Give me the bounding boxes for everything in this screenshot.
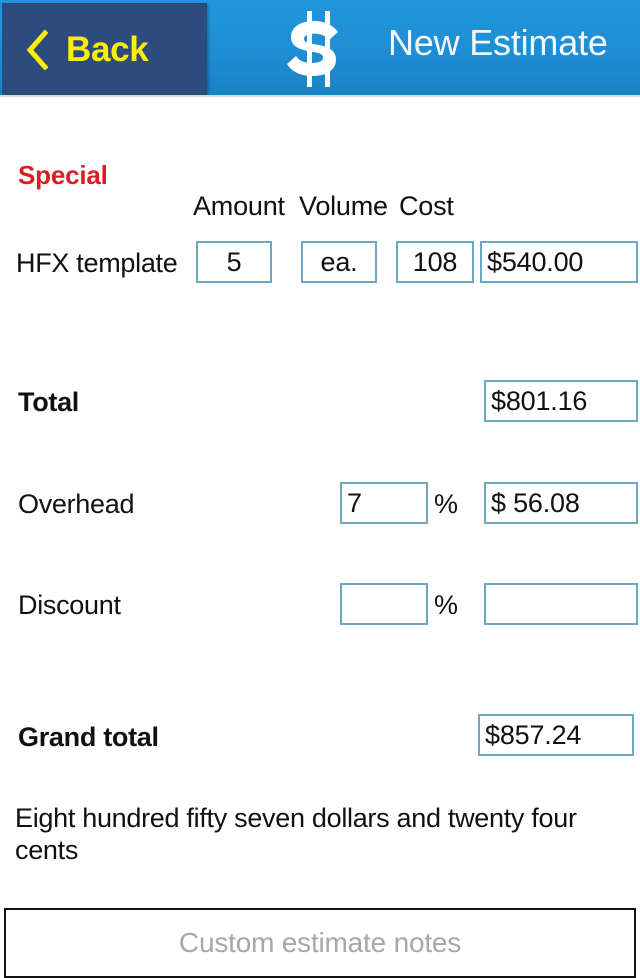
back-button-label: Back [66,30,149,69]
discount-value-input[interactable] [484,583,638,625]
table-column-headers: Amount Volume Cost [193,191,454,222]
section-label-special: Special [18,160,108,190]
grand-total-value-input[interactable]: $857.24 [478,714,634,756]
discount-percent-input[interactable] [340,583,428,625]
dollar-sign-logo [287,11,338,87]
overhead-value-input[interactable]: $ 56.08 [484,482,638,524]
app-header: Back New Estimate [0,0,640,97]
total-label: Total [18,387,79,417]
total-value-input[interactable]: $801.16 [484,380,638,422]
line-total-input-row-0[interactable]: $540.00 [480,241,638,283]
overhead-label: Overhead [18,489,135,519]
grand-total-label: Grand total [18,722,159,752]
amount-in-words: Eight hundred fifty seven dollars and tw… [15,803,577,865]
back-button[interactable]: Back [2,3,207,96]
column-header-amount: Amount [193,191,285,221]
overhead-percent-input[interactable]: 7 [340,482,428,524]
custom-notes-placeholder: Custom estimate notes [178,927,462,958]
cost-input-row-0[interactable]: 108 [396,241,474,283]
overhead-percent-sign: % [434,489,459,519]
page-title: New Estimate [388,22,608,63]
chevron-left-icon [26,29,48,70]
amount-input-row-0[interactable]: 5 [196,241,272,283]
header-divider [0,95,640,97]
column-header-cost: Cost [399,191,454,221]
custom-notes-field[interactable]: Custom estimate notes [4,908,636,978]
column-header-volume: Volume [299,191,388,221]
volume-input-row-0[interactable]: ea. [301,241,377,283]
discount-label: Discount [18,590,121,620]
table-row-label-hfx-template: HFX template [16,248,178,278]
discount-percent-sign: % [434,590,459,620]
